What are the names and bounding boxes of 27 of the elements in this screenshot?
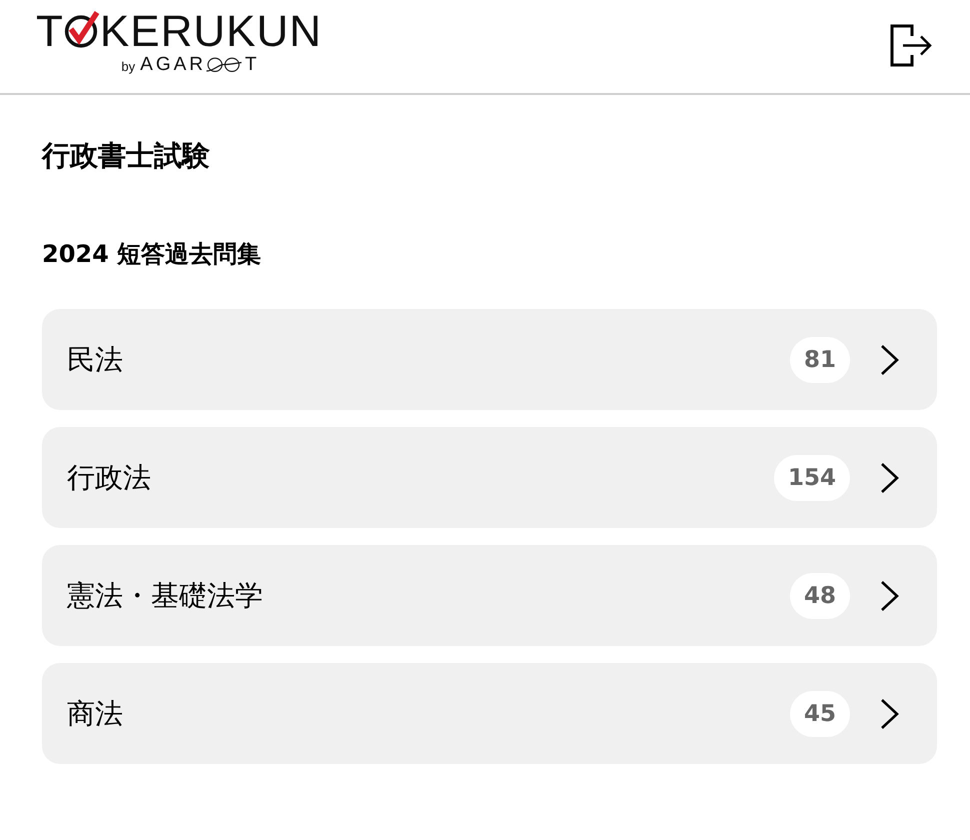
exam-title: 行政書士試験 [42,138,211,174]
logo-wordmark: KERUKUN [100,10,322,54]
logout-button[interactable] [890,24,933,67]
logo-byline-letter: T [245,55,257,75]
subject-list-item[interactable]: 商法 45 [42,663,937,764]
chevron-right-icon [880,344,900,376]
chevron-right-icon [880,462,900,494]
subject-list-item[interactable]: 行政法 154 [42,427,937,528]
subject-label: 商法 [67,696,124,732]
subject-label: 憲法・基礎法学 [67,578,264,614]
section-title: 2024 短答過去問集 [42,239,262,270]
question-count-badge: 154 [774,454,850,500]
logo-byline-brand: AGAR [140,55,206,75]
question-count-badge: 45 [790,690,850,736]
logo-byline-prefix: by [121,58,136,76]
chevron-right-icon [880,698,900,730]
chevron-right-icon [880,580,900,612]
logout-icon [890,24,933,67]
ring-with-check-icon [64,10,100,50]
logo-wordmark-letter: T [36,10,64,54]
subject-label: 民法 [67,342,124,378]
subject-list-item[interactable]: 民法 81 [42,309,937,410]
two-rings-swash-icon [206,55,242,75]
subject-label: 行政法 [67,460,152,496]
subject-list-item[interactable]: 憲法・基礎法学 48 [42,545,937,646]
question-count-badge: 81 [790,336,850,382]
question-count-badge: 48 [790,572,850,618]
